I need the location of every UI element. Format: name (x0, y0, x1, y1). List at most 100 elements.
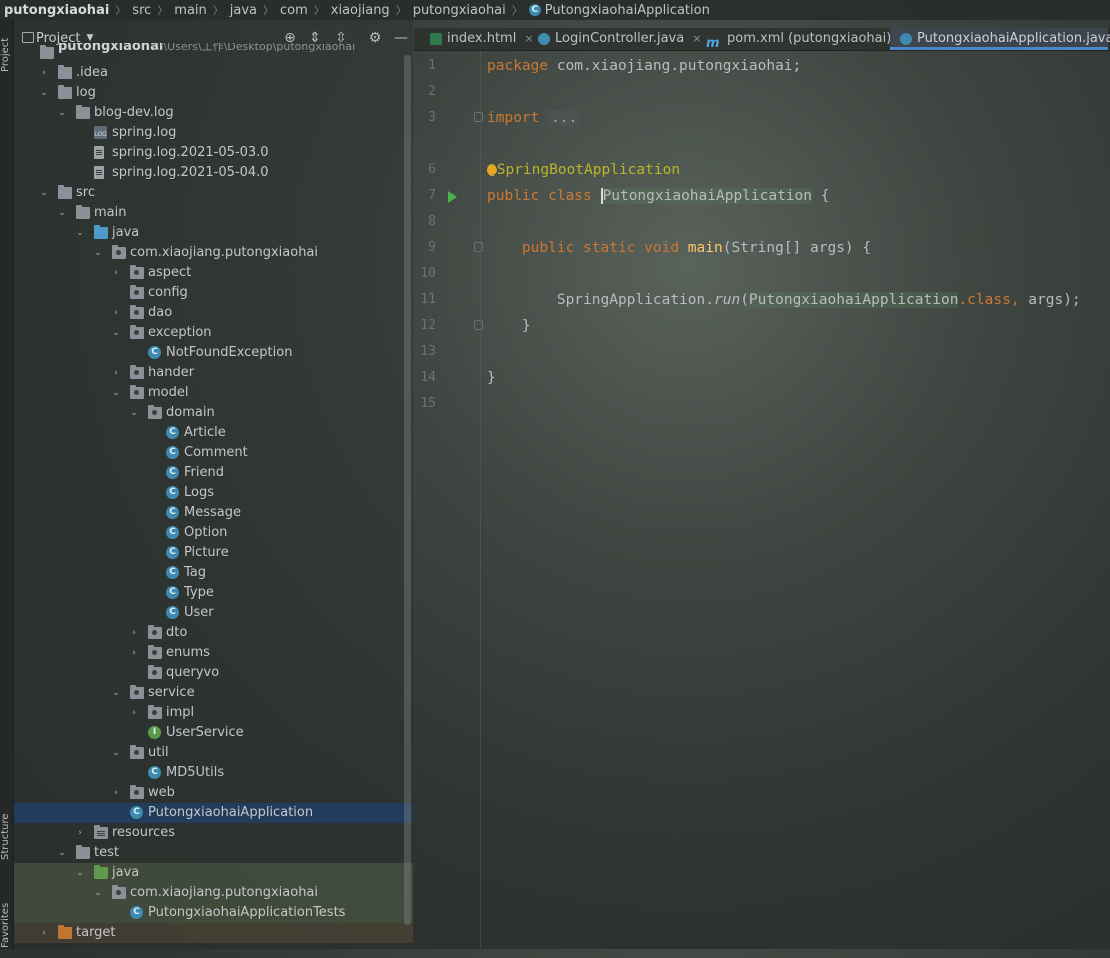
code-line[interactable]: } (487, 313, 531, 339)
chevron-down-icon[interactable]: ⌄ (111, 683, 121, 703)
tree-item[interactable]: C Option (14, 523, 413, 543)
tab-pom-xml[interactable]: mpom.xml (putongxiaohai)× (696, 28, 909, 51)
tree-item[interactable]: › hander (14, 363, 413, 383)
lightbulb-icon[interactable] (486, 165, 497, 175)
chevron-down-icon[interactable]: ⌄ (57, 103, 67, 123)
chevron-right-icon[interactable]: › (39, 63, 49, 83)
chevron-down-icon[interactable]: ⌄ (39, 183, 49, 203)
chevron-right-icon[interactable]: › (129, 703, 139, 723)
tree-item[interactable]: C NotFoundException (14, 343, 413, 363)
tree-item[interactable]: C Logs (14, 483, 413, 503)
tree-item[interactable]: spring.log.2021-05-03.0 (14, 143, 413, 163)
code-line[interactable]: SpringApplication.run(PutongxiaohaiAppli… (487, 287, 1081, 313)
chevron-right-icon[interactable]: › (111, 783, 121, 803)
tree-item[interactable]: ⌄ com.xiaojiang.putongxiaohai (14, 243, 413, 263)
breadcrumb-item[interactable]: main (174, 3, 206, 18)
tree-item[interactable]: ⌄ main (14, 203, 413, 223)
chevron-right-icon[interactable]: › (129, 623, 139, 643)
tree-item[interactable]: C PutongxiaohaiApplication (14, 803, 413, 823)
chevron-right-icon[interactable]: › (111, 303, 121, 323)
tree-item[interactable]: C PutongxiaohaiApplicationTests (14, 903, 413, 923)
breadcrumb-item[interactable]: java (230, 3, 257, 18)
tree-item[interactable]: › target (14, 923, 413, 943)
code-line[interactable]: } (487, 365, 496, 391)
tree-item[interactable]: ⌄ java (14, 863, 413, 883)
tree-item[interactable]: ⌄ util (14, 743, 413, 763)
code-line[interactable]: public static void main(String[] args) { (487, 235, 871, 261)
fold-icon[interactable] (474, 320, 483, 330)
chevron-down-icon[interactable]: ⌄ (129, 403, 139, 423)
chevron-down-icon[interactable]: ⌄ (57, 203, 67, 223)
chevron-down-icon[interactable]: ⌄ (75, 863, 85, 883)
chevron-down-icon[interactable]: ⌄ (111, 743, 121, 763)
tree-item[interactable]: › dto (14, 623, 413, 643)
tree-item[interactable]: ⌄ model (14, 383, 413, 403)
favorites-tool-tab[interactable]: Favorites (0, 892, 13, 958)
tree-item[interactable]: ⌄ java (14, 223, 413, 243)
tree-item[interactable]: I UserService (14, 723, 413, 743)
run-icon[interactable] (448, 191, 457, 203)
chevron-down-icon[interactable]: ⌄ (93, 243, 103, 263)
chevron-down-icon[interactable]: ▼ (86, 33, 93, 43)
breadcrumb-item[interactable]: putongxiaohai (4, 3, 109, 18)
tree-item[interactable]: config (14, 283, 413, 303)
tree-item[interactable]: › aspect (14, 263, 413, 283)
project-tool-tab[interactable]: Project (0, 32, 13, 78)
tree-item[interactable]: ⌄ blog-dev.log (14, 103, 413, 123)
chevron-down-icon[interactable]: ⌄ (39, 83, 49, 103)
tree-item[interactable]: queryvo (14, 663, 413, 683)
chevron-down-icon[interactable]: ⌄ (75, 223, 85, 243)
chevron-down-icon[interactable]: ⌄ (111, 383, 121, 403)
chevron-right-icon[interactable]: › (111, 263, 121, 283)
code-line[interactable]: import ... (487, 105, 581, 131)
tree-item[interactable]: ⌄ log (14, 83, 413, 103)
tree-item[interactable]: ⌄ service (14, 683, 413, 703)
tree-item[interactable]: › enums (14, 643, 413, 663)
chevron-down-icon[interactable]: ⌄ (111, 323, 121, 343)
tree-item[interactable]: C Friend (14, 463, 413, 483)
tree-item[interactable]: ⌄ exception (14, 323, 413, 343)
fold-icon[interactable] (474, 242, 483, 252)
tree-item[interactable]: ⌄ com.xiaojiang.putongxiaohai (14, 883, 413, 903)
tree-item[interactable]: C Comment (14, 443, 413, 463)
tree-item[interactable]: › .idea (14, 63, 413, 83)
tab-login-controller[interactable]: LoginController.java × (528, 28, 701, 50)
breadcrumb-item[interactable]: PutongxiaohaiApplication (545, 3, 710, 18)
tree-item[interactable]: › web (14, 783, 413, 803)
tree-item[interactable]: C Message (14, 503, 413, 523)
tree-item[interactable]: ⌄ domain (14, 403, 413, 423)
code-line[interactable]: public class PutongxiaohaiApplication { (487, 183, 829, 209)
tree-item[interactable]: ⌄ test (14, 843, 413, 863)
breadcrumb-item[interactable]: xiaojiang (331, 3, 390, 18)
tree-item[interactable]: C User (14, 603, 413, 623)
breadcrumb-item[interactable]: src (132, 3, 151, 18)
tree-item[interactable]: › dao (14, 303, 413, 323)
structure-tool-tab[interactable]: Structure (0, 802, 13, 872)
code-line[interactable]: @SpringBootApplication (486, 157, 680, 183)
chevron-right-icon[interactable]: › (129, 643, 139, 663)
tree-item[interactable]: spring.log.2021-05-04.0 (14, 163, 413, 183)
chevron-down-icon[interactable]: ⌄ (93, 883, 103, 903)
tree-item[interactable]: C Article (14, 423, 413, 443)
breadcrumb-item[interactable]: com (280, 3, 308, 18)
tree-root[interactable]: ⌄ putongxiaohai C:\Users\工作\Desktop\puto… (14, 43, 413, 61)
chevron-right-icon[interactable]: › (39, 923, 49, 943)
tree-item[interactable]: C Picture (14, 543, 413, 563)
code-line[interactable]: package com.xiaojiang.putongxiaohai; (487, 53, 801, 79)
tree-item[interactable]: C Type (14, 583, 413, 603)
tab-index-html[interactable]: index.html × (420, 28, 534, 50)
chevron-down-icon[interactable]: ⌄ (57, 843, 67, 863)
tree-item[interactable]: C Tag (14, 563, 413, 583)
tree-item[interactable]: › resources (14, 823, 413, 843)
tree-item[interactable]: ⌄ src (14, 183, 413, 203)
tree-item[interactable]: C MD5Utils (14, 763, 413, 783)
fold-expand-icon[interactable] (474, 112, 483, 122)
chevron-right-icon[interactable]: › (75, 823, 85, 843)
breadcrumb-item[interactable]: putongxiaohai (413, 3, 506, 18)
folded-imports[interactable]: ... (548, 110, 581, 126)
tree-item[interactable]: LOG spring.log (14, 123, 413, 143)
tree-item[interactable]: › impl (14, 703, 413, 723)
chevron-right-icon[interactable]: › (111, 363, 121, 383)
tab-putongxiaohai-application[interactable]: PutongxiaohaiApplication.java× (890, 28, 1110, 50)
project-scrollbar[interactable] (404, 55, 411, 925)
